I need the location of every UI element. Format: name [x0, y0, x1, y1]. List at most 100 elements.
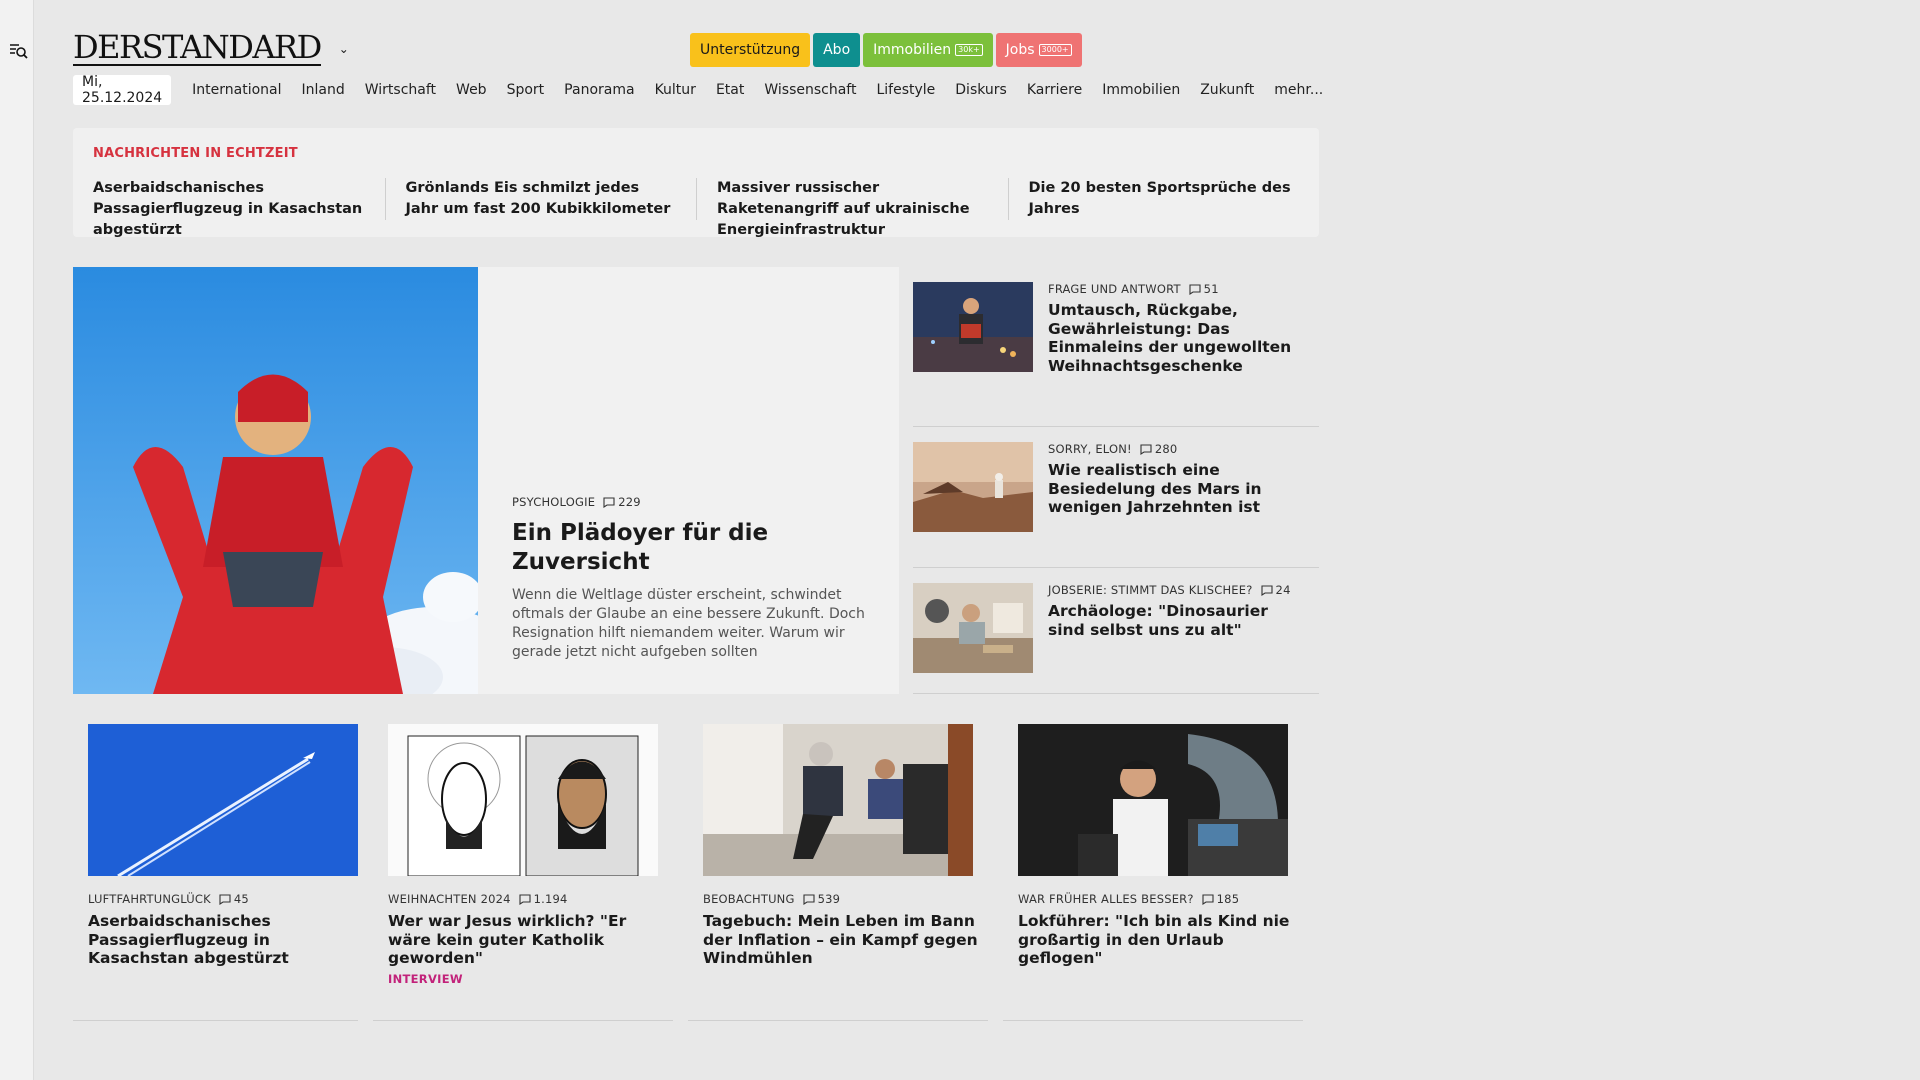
divider	[688, 1020, 988, 1021]
comment-icon	[803, 893, 815, 905]
comment-icon	[519, 893, 531, 905]
side-story-text: SORRY, ELON! 280 Wie realistisch eine Be…	[1048, 442, 1308, 517]
side-story-image	[913, 583, 1033, 673]
comment-icon	[1260, 584, 1273, 596]
divider	[73, 1020, 358, 1021]
nav-item[interactable]: Karriere	[1017, 82, 1092, 98]
side-kicker: SORRY, ELON! 280	[1048, 442, 1308, 456]
nav-item[interactable]: Etat	[706, 82, 754, 98]
card-title[interactable]: Lokführer: "Ich bin als Kind nie großart…	[1018, 912, 1303, 968]
jobs-count-badge: 3000+	[1038, 44, 1072, 56]
card-title[interactable]: Wer war Jesus wirklich? "Er wäre kein gu…	[388, 912, 673, 968]
comment-count[interactable]: 280	[1140, 442, 1178, 456]
support-label: Unterstützung	[700, 42, 801, 58]
side-story-text: JOBSERIE: STIMMT DAS KLISCHEE? 24 Archäo…	[1048, 583, 1308, 639]
jobs-button[interactable]: Jobs 3000+	[995, 33, 1082, 67]
nav-item[interactable]: Zukunft	[1190, 82, 1264, 98]
main-nav: Mi, 25.12.2024 International Inland Wirt…	[73, 74, 1333, 106]
comment-count-value: 229	[618, 495, 641, 509]
nav-item[interactable]: Inland	[292, 82, 355, 98]
kicker-text: JOBSERIE: STIMMT DAS KLISCHEE?	[1048, 583, 1253, 597]
nav-item[interactable]: Web	[446, 82, 497, 98]
immobilien-label: Immobilien	[873, 42, 952, 58]
side-story-image	[913, 282, 1033, 372]
story-card[interactable]: BEOBACHTUNG 539 Tagebuch: Mein Leben im …	[688, 724, 1003, 1021]
ticker-item[interactable]: Grönlands Eis schmilzt jedes Jahr um fas…	[384, 178, 697, 220]
side-story[interactable]: FRAGE UND ANTWORT 51 Umtausch, Rückgabe,…	[913, 267, 1319, 427]
kicker-text: BEOBACHTUNG	[703, 892, 795, 906]
card-kicker: LUFTFAHRTUNGLÜCK 45	[88, 892, 358, 906]
side-story[interactable]: SORRY, ELON! 280 Wie realistisch eine Be…	[913, 427, 1319, 568]
nav-item[interactable]: Lifestyle	[866, 82, 945, 98]
comment-count-value: 45	[233, 892, 249, 906]
side-story[interactable]: JOBSERIE: STIMMT DAS KLISCHEE? 24 Archäo…	[913, 568, 1319, 694]
nav-item[interactable]: International	[182, 82, 291, 98]
side-story-image	[913, 442, 1033, 532]
comment-count-value: 280	[1154, 442, 1178, 456]
abo-button[interactable]: Abo	[813, 33, 861, 67]
lead-kicker: PSYCHOLOGIE 229	[512, 495, 872, 509]
side-title[interactable]: Umtausch, Rückgabe, Gewähr­leistung: Das…	[1048, 301, 1308, 375]
kicker-text: WEIHNACHTEN 2024	[388, 892, 511, 906]
story-card[interactable]: LUFTFAHRTUNGLÜCK 45 Aserbaidschanisches …	[73, 724, 373, 1021]
nav-item[interactable]: Diskurs	[945, 82, 1017, 98]
comment-count[interactable]: 51	[1189, 282, 1219, 296]
side-stories: FRAGE UND ANTWORT 51 Umtausch, Rückgabe,…	[913, 267, 1319, 694]
card-title[interactable]: Aserbaidschanisches Passagier­flugzeug i…	[88, 912, 358, 968]
comment-count-value: 185	[1216, 892, 1240, 906]
comment-count[interactable]: 539	[803, 892, 841, 906]
nav-item[interactable]: Kultur	[645, 82, 706, 98]
lead-story[interactable]: PSYCHOLOGIE 229 Ein Plädoyer für die Zuv…	[73, 267, 899, 694]
lead-teaser: Wenn die Weltlage düster erscheint, schw…	[512, 587, 865, 660]
story-card-image	[388, 724, 658, 876]
divider	[373, 1020, 673, 1021]
comment-count-value: 51	[1203, 282, 1219, 296]
nav-more[interactable]: mehr...	[1264, 82, 1333, 98]
side-kicker: FRAGE UND ANTWORT 51	[1048, 282, 1308, 296]
comment-count-value: 539	[817, 892, 841, 906]
comment-icon	[1140, 443, 1152, 455]
immobilien-count-badge: 30k+	[955, 44, 983, 56]
ticker-item[interactable]: Massiver russischer Raketenangriff auf u…	[696, 178, 1008, 238]
date-badge: Mi, 25.12.2024	[73, 74, 172, 106]
ticker-item[interactable]: Die 20 besten Sportsprüche des Jahres	[1007, 178, 1320, 220]
kicker-text: LUFTFAHRTUNGLÜCK	[88, 892, 211, 906]
comment-icon	[603, 496, 615, 508]
support-button[interactable]: Unterstützung	[690, 33, 811, 67]
comment-count[interactable]: 185	[1202, 892, 1240, 906]
nav-item[interactable]: Wirtschaft	[355, 82, 446, 98]
chevron-down-icon[interactable]: ⌄	[339, 42, 349, 56]
logo[interactable]: DERSTANDARD	[73, 31, 322, 66]
comment-count[interactable]: 1.194	[519, 892, 568, 906]
comment-count[interactable]: 45	[219, 892, 249, 906]
comment-count-value: 1.194	[533, 892, 568, 906]
story-card[interactable]: WAR FRÜHER ALLES BESSER? 185 Lokführer: …	[1003, 724, 1318, 1021]
kicker-text: FRAGE UND ANTWORT	[1048, 282, 1181, 296]
immobilien-button[interactable]: Immobilien 30k+	[863, 33, 993, 67]
nav-item[interactable]: Wissenschaft	[754, 82, 866, 98]
comment-icon	[219, 893, 231, 905]
story-card[interactable]: WEIHNACHTEN 2024 1.194 Wer war Jesus wir…	[373, 724, 688, 1021]
kicker-text: WAR FRÜHER ALLES BESSER?	[1018, 892, 1194, 906]
story-card-image	[1018, 724, 1288, 876]
side-title[interactable]: Wie realistisch eine Besiedelung des Mar…	[1048, 461, 1308, 517]
story-cards: LUFTFAHRTUNGLÜCK 45 Aserbaidschanisches …	[73, 724, 1319, 1021]
divider	[1003, 1020, 1303, 1021]
ticker-item[interactable]: Aserbaidschanisches Passagierflug­zeug i…	[73, 178, 385, 238]
search-menu-icon[interactable]	[9, 42, 29, 60]
nav-item[interactable]: Immobilien	[1092, 82, 1190, 98]
brand: DERSTANDARD ⌄	[73, 31, 349, 66]
card-kicker: WAR FRÜHER ALLES BESSER? 185	[1018, 892, 1303, 906]
card-kicker: BEOBACHTUNG 539	[703, 892, 988, 906]
comment-icon	[1189, 283, 1201, 295]
abo-label: Abo	[823, 42, 851, 58]
comment-count[interactable]: 24	[1260, 583, 1291, 597]
lead-text: PSYCHOLOGIE 229 Ein Plädoyer für die Zuv…	[512, 495, 872, 662]
comment-count[interactable]: 229	[603, 495, 641, 509]
nav-item[interactable]: Panorama	[554, 82, 644, 98]
side-title[interactable]: Archäologe: "Dinosaurier sind selbst uns…	[1048, 602, 1308, 639]
card-title[interactable]: Tagebuch: Mein Leben im Bann der Inflati…	[703, 912, 988, 968]
header-pills: Unterstützung Abo Immobilien 30k+ Jobs 300…	[690, 33, 1082, 67]
nav-item[interactable]: Sport	[497, 82, 555, 98]
lead-title[interactable]: Ein Plädoyer für die Zuversicht	[512, 519, 872, 577]
